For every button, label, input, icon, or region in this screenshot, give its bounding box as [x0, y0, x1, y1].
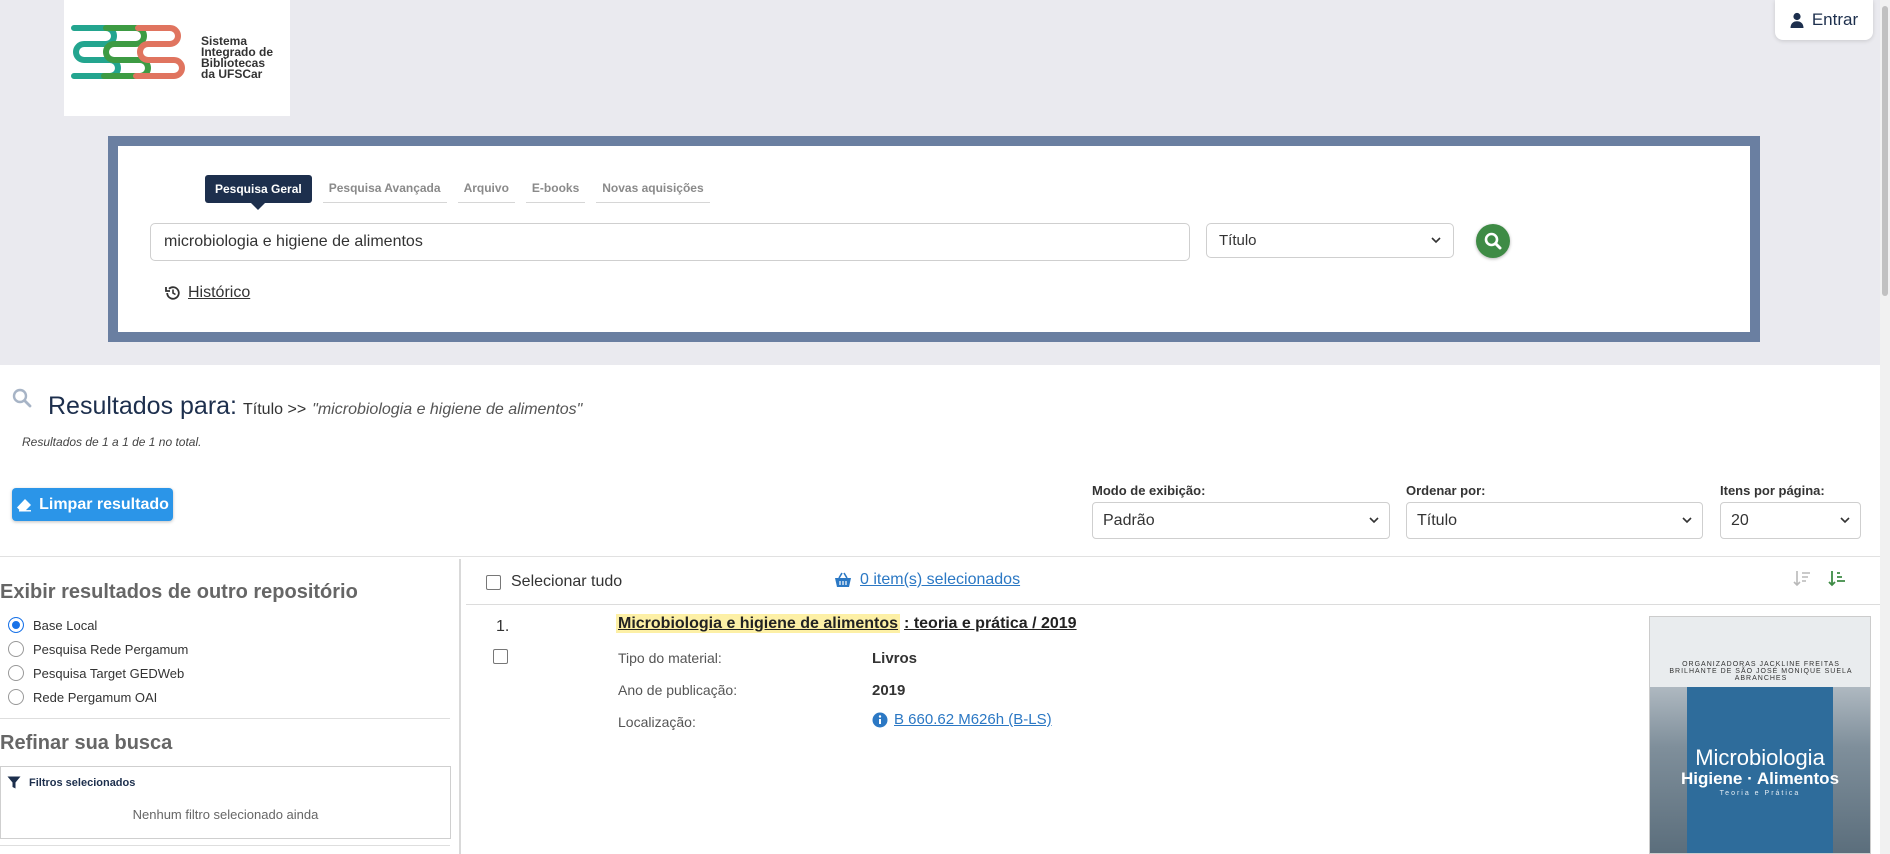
clear-results-button[interactable]: Limpar resultado [12, 488, 173, 521]
search-field-select[interactable]: Título [1206, 223, 1454, 258]
order-by-select[interactable]: Título [1406, 502, 1703, 539]
login-button[interactable]: Entrar [1775, 0, 1873, 40]
top-band: Sistema Integrado de Bibliotecas da UFSC… [0, 0, 1890, 365]
results-count: Resultados de 1 a 1 de 1 no total. [22, 435, 202, 449]
no-filters-text: Nenhum filtro selecionado ainda [132, 807, 319, 822]
sibi-logo-mark [71, 25, 185, 79]
selected-filters-label: Filtros selecionados [29, 776, 136, 789]
result-title-highlight[interactable]: Microbiologia e higiene de alimentos [616, 614, 901, 633]
cover-title: Microbiologia [1695, 745, 1825, 770]
clear-results-label: Limpar resultado [39, 495, 169, 513]
search-tabs: Pesquisa Geral Pesquisa Avançada Arquivo… [205, 175, 710, 210]
chevron-down-icon [1369, 517, 1379, 524]
filter-icon [7, 776, 21, 789]
search-frame: Pesquisa Geral Pesquisa Avançada Arquivo… [108, 136, 1760, 342]
location-value: B 660.62 M626h (B-LS) [894, 711, 1052, 728]
radio[interactable] [8, 665, 24, 681]
tab-pesquisa-geral[interactable]: Pesquisa Geral [205, 175, 312, 210]
repo-option-base-local[interactable]: Base Local [8, 617, 97, 633]
basket-icon [835, 572, 851, 587]
login-label: Entrar [1811, 10, 1859, 29]
selected-filters-box: Filtros selecionados Nenhum filtro selec… [0, 766, 451, 839]
repo-option-label: Rede Pergamum OAI [33, 689, 158, 705]
book-cover[interactable]: ORGANIZADORAS JACKLINE FREITAS BRILHANTE… [1649, 616, 1871, 854]
chevron-down-icon [1431, 237, 1441, 244]
scrollbar[interactable] [1880, 0, 1890, 854]
radio[interactable] [8, 689, 24, 705]
material-type-label: Tipo do material: [618, 650, 722, 666]
column-separator [459, 559, 461, 854]
radio[interactable] [8, 641, 24, 657]
select-all[interactable]: Selecionar tudo [486, 573, 622, 591]
per-page-select[interactable]: 20 [1720, 502, 1861, 539]
selected-filters-header: Filtros selecionados [7, 776, 135, 789]
location-label: Localização: [618, 714, 696, 730]
select-all-label: Selecionar tudo [511, 573, 623, 590]
divider [0, 845, 450, 846]
divider [0, 718, 450, 719]
result-title-rest[interactable]: : teoria e prática / 2019 [904, 615, 1077, 632]
select-all-checkbox[interactable] [486, 574, 501, 590]
results-title: Resultados para: [48, 392, 238, 420]
sibi-logo[interactable]: Sistema Integrado de Bibliotecas da UFSC… [64, 0, 290, 116]
results-query: "microbiologia e higiene de alimentos" [312, 401, 583, 418]
results-heading: Resultados para: Título >> "microbiologi… [12, 388, 583, 421]
order-by-value: Título [1417, 511, 1458, 529]
search-field-value: Título [1219, 232, 1257, 249]
eraser-icon [17, 498, 32, 511]
results-field: Título >> [243, 401, 307, 418]
repository-heading: Exibir resultados de outro repositório [0, 581, 358, 603]
sort-descending-icon[interactable] [1793, 569, 1811, 587]
repo-option-target-gedweb[interactable]: Pesquisa Target GEDWeb [8, 665, 184, 681]
result-checkbox[interactable] [493, 649, 508, 664]
per-page-value: 20 [1731, 511, 1749, 529]
logo-line: da UFSCar [201, 67, 263, 81]
search-button[interactable] [1476, 224, 1510, 258]
search-input[interactable] [150, 223, 1190, 261]
search-icon [12, 388, 32, 408]
view-mode-select[interactable]: Padrão [1092, 502, 1390, 539]
order-by-label: Ordenar por: [1406, 483, 1486, 498]
result-number: 1. [496, 618, 510, 635]
selected-items-link[interactable]: 0 item(s) selecionados [834, 571, 1020, 589]
search-icon [1484, 232, 1502, 250]
sort-ascending-icon[interactable] [1828, 569, 1846, 587]
publication-year-label: Ano de publicação: [618, 682, 738, 698]
refine-heading: Refinar sua busca [0, 732, 173, 754]
view-mode-value: Padrão [1103, 511, 1155, 529]
chevron-down-icon [1682, 517, 1692, 524]
info-icon [872, 712, 888, 727]
location-link[interactable]: B 660.62 M626h (B-LS) [872, 711, 1052, 728]
tab-ebooks[interactable]: E-books [525, 175, 586, 203]
results-toolbar: Selecionar tudo 0 item(s) selecionados [466, 561, 1890, 605]
cover-subtitle: Higiene · Alimentos [1680, 769, 1840, 788]
radio-selected[interactable] [8, 617, 24, 633]
material-type-value: Livros [872, 650, 918, 667]
cover-tagline: Teoria e Prática [1719, 790, 1801, 797]
repo-option-pergamum-oai[interactable]: Rede Pergamum OAI [8, 689, 157, 705]
history-link[interactable]: Histórico [165, 284, 250, 302]
repo-option-label: Pesquisa Target GEDWeb [33, 665, 185, 681]
publication-year-value: 2019 [872, 682, 906, 699]
divider [0, 556, 1890, 557]
cover-credits: ORGANIZADORAS JACKLINE FREITAS BRILHANTE… [1669, 661, 1853, 682]
sidebar: Exibir resultados de outro repositório B… [0, 560, 460, 854]
per-page-label: Itens por página: [1720, 483, 1825, 498]
result-title[interactable]: Microbiologia e higiene de alimentos: te… [616, 614, 1077, 633]
tab-novas-aquisicoes[interactable]: Novas aquisições [596, 175, 710, 203]
repo-option-label: Base Local [33, 617, 98, 633]
tab-arquivo[interactable]: Arquivo [457, 175, 515, 203]
user-icon [1790, 12, 1804, 28]
selected-items-count: 0 item(s) selecionados [860, 571, 1021, 588]
repo-option-label: Pesquisa Rede Pergamum [33, 641, 189, 657]
tab-pesquisa-avancada[interactable]: Pesquisa Avançada [322, 175, 447, 203]
logo-text: Sistema Integrado de Bibliotecas da UFSC… [201, 35, 289, 81]
search-panel: Pesquisa Geral Pesquisa Avançada Arquivo… [118, 146, 1750, 332]
repo-option-rede-pergamum[interactable]: Pesquisa Rede Pergamum [8, 641, 188, 657]
history-icon [165, 286, 180, 300]
history-label: Histórico [188, 284, 251, 301]
chevron-down-icon [1840, 517, 1850, 524]
view-mode-label: Modo de exibição: [1092, 483, 1206, 498]
scrollbar-thumb[interactable] [1882, 6, 1888, 296]
